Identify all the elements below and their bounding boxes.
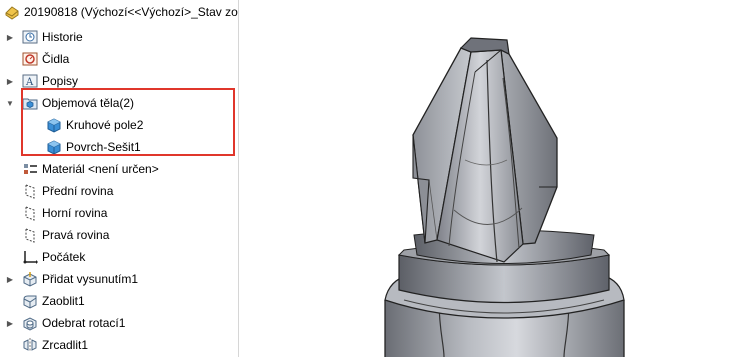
tree-root-part[interactable]: 20190818 (Výchozí<<Výchozí>_Stav zob xyxy=(4,1,238,23)
annotations-icon: A xyxy=(22,73,38,89)
tree-item-cut-revolve[interactable]: ▶ Odebrat rotací1 xyxy=(4,312,125,334)
fillet-icon xyxy=(22,293,38,309)
mirror-icon xyxy=(22,337,38,353)
part-name: 20190818 (Výchozí<<Výchozí>_Stav zob xyxy=(24,5,238,19)
expand-arrow-icon[interactable]: ▶ xyxy=(4,26,16,48)
tree-item-right-plane[interactable]: Pravá rovina xyxy=(4,224,109,246)
svg-text:A: A xyxy=(25,77,34,88)
expand-arrow-icon[interactable]: ▶ xyxy=(4,268,16,290)
tree-item-front-plane[interactable]: Přední rovina xyxy=(4,180,113,202)
tree-item-boss-extrude[interactable]: ▶ Přidat vysunutím1 xyxy=(4,268,138,290)
plane-icon xyxy=(22,205,38,221)
tree-item-origin[interactable]: Počátek xyxy=(4,246,85,268)
sensors-icon xyxy=(22,51,38,67)
selection-highlight-frame xyxy=(21,88,235,156)
graphics-viewport[interactable] xyxy=(239,0,750,357)
tree-item-material[interactable]: Materiál <není určen> xyxy=(4,158,159,180)
extrude-icon xyxy=(22,271,38,287)
part-icon xyxy=(4,4,20,20)
tree-item-mirror[interactable]: Zrcadlit1 xyxy=(4,334,88,356)
revolve-cut-icon xyxy=(22,315,38,331)
history-icon xyxy=(22,29,38,45)
screwdriver-bit-model xyxy=(384,37,625,357)
collapse-arrow-icon[interactable]: ▼ xyxy=(4,92,16,114)
tree-item-top-plane[interactable]: Horní rovina xyxy=(4,202,107,224)
expand-arrow-icon[interactable]: ▶ xyxy=(4,70,16,92)
plane-icon xyxy=(22,183,38,199)
tree-item-fillet[interactable]: Zaoblit1 xyxy=(4,290,85,312)
origin-icon xyxy=(22,249,38,265)
material-icon xyxy=(22,161,38,177)
plane-icon xyxy=(22,227,38,243)
tree-item-history[interactable]: ▶ Historie xyxy=(4,26,83,48)
expand-arrow-icon[interactable]: ▶ xyxy=(4,312,16,334)
tree-item-sensors[interactable]: Čidla xyxy=(4,48,69,70)
feature-manager-tree: 20190818 (Výchozí<<Výchozí>_Stav zob ▶ H… xyxy=(0,0,238,357)
